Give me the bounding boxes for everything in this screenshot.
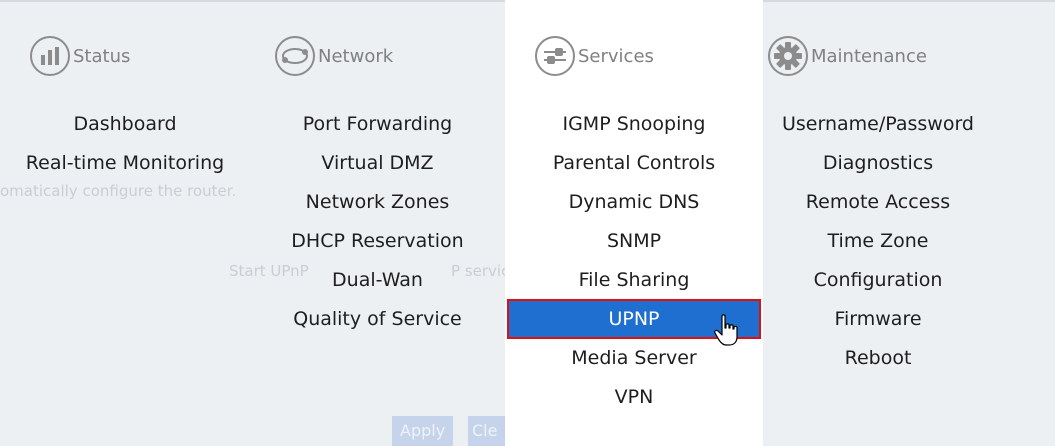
menu-item-quality-of-service[interactable]: Quality of Service xyxy=(250,302,505,341)
menu-item-remote-access[interactable]: Remote Access xyxy=(763,185,993,224)
menu-item-time-zone[interactable]: Time Zone xyxy=(763,224,993,263)
menu-column-services: Services IGMP Snooping Parental Controls… xyxy=(505,0,763,446)
menu-item-network-zones[interactable]: Network Zones xyxy=(250,185,505,224)
menu-item-diagnostics[interactable]: Diagnostics xyxy=(763,146,993,185)
status-menu-items: Dashboard Real-time Monitoring xyxy=(0,107,250,185)
menu-item-snmp[interactable]: SNMP xyxy=(505,224,763,263)
menu-item-firmware[interactable]: Firmware xyxy=(763,302,993,341)
menu-item-configuration[interactable]: Configuration xyxy=(763,263,993,302)
network-menu-items: Port Forwarding Virtual DMZ Network Zone… xyxy=(250,107,505,341)
menu-item-file-sharing[interactable]: File Sharing xyxy=(505,263,763,302)
bar-chart-icon xyxy=(30,36,70,76)
network-menu-title: Network xyxy=(318,45,394,67)
maintenance-menu-title: Maintenance xyxy=(811,45,927,67)
menu-item-virtual-dmz[interactable]: Virtual DMZ xyxy=(250,146,505,185)
status-menu-title: Status xyxy=(73,45,131,67)
menu-item-port-forwarding[interactable]: Port Forwarding xyxy=(250,107,505,146)
menu-column-network: Network Port Forwarding Virtual DMZ Netw… xyxy=(250,0,505,446)
menu-item-dual-wan[interactable]: Dual-Wan xyxy=(250,263,505,302)
menu-item-real-time-monitoring[interactable]: Real-time Monitoring xyxy=(0,146,250,185)
menu-item-dhcp-reservation[interactable]: DHCP Reservation xyxy=(250,224,505,263)
status-menu-header[interactable]: Status xyxy=(30,34,130,78)
maintenance-menu-header[interactable]: Maintenance xyxy=(768,34,927,78)
menu-item-dashboard[interactable]: Dashboard xyxy=(0,107,250,146)
gear-icon xyxy=(768,36,808,76)
menu-item-upnp-row: UPNP xyxy=(505,299,763,346)
services-menu-header[interactable]: Services xyxy=(535,34,654,78)
menu-item-reboot[interactable]: Reboot xyxy=(763,341,993,380)
menu-item-username-password[interactable]: Username/Password xyxy=(763,107,993,146)
hand-cursor-icon xyxy=(714,314,738,346)
menu-column-maintenance: Maintenance Username/Password Diagnostic… xyxy=(763,0,993,446)
sliders-icon xyxy=(535,36,575,76)
menu-item-dynamic-dns[interactable]: Dynamic DNS xyxy=(505,185,763,224)
network-link-icon xyxy=(275,36,315,76)
menu-item-vpn[interactable]: VPN xyxy=(505,380,763,419)
maintenance-menu-items: Username/Password Diagnostics Remote Acc… xyxy=(763,107,993,380)
services-menu-items: IGMP Snooping Parental Controls Dynamic … xyxy=(505,107,763,419)
menu-column-status: Status Dashboard Real-time Monitoring xyxy=(0,0,250,446)
network-menu-header[interactable]: Network xyxy=(275,34,393,78)
menu-item-igmp-snooping[interactable]: IGMP Snooping xyxy=(505,107,763,146)
services-menu-title: Services xyxy=(578,45,654,67)
menu-item-parental-controls[interactable]: Parental Controls xyxy=(505,146,763,185)
